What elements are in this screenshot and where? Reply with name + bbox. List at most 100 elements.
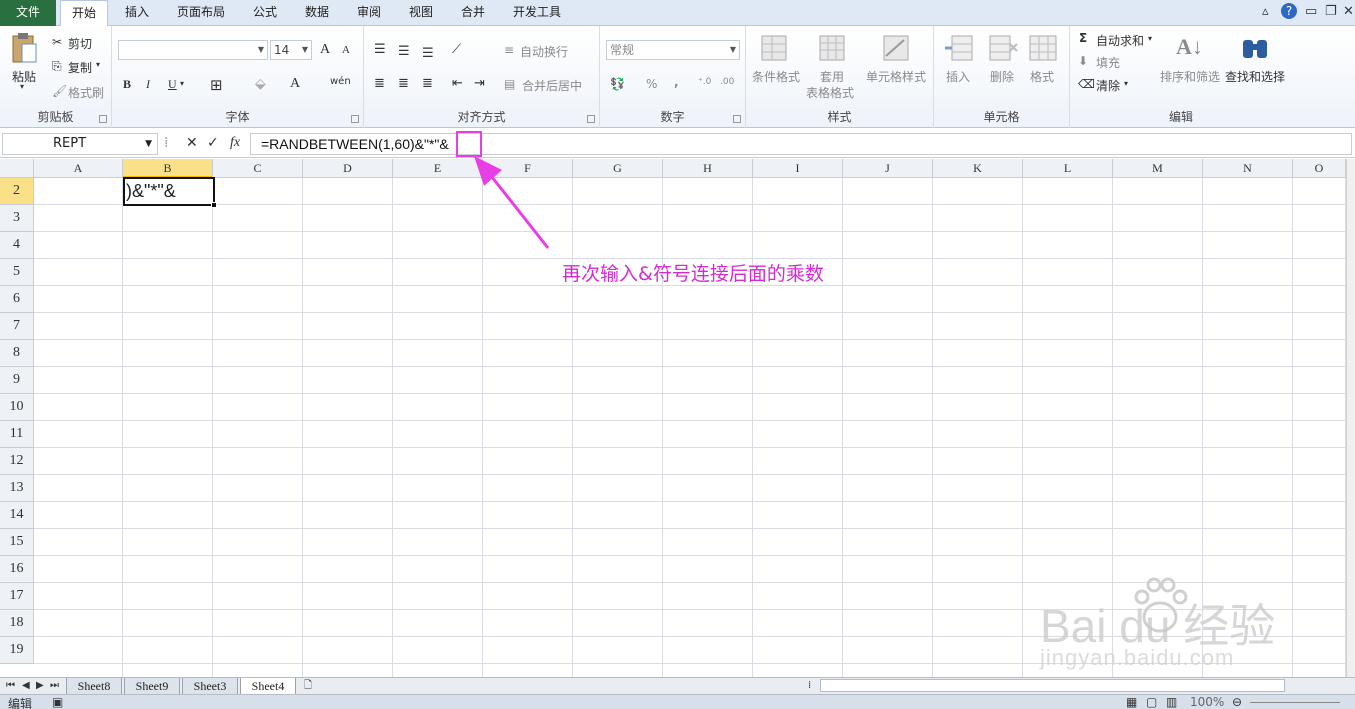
- italic-button[interactable]: I: [146, 77, 150, 92]
- delete-cells-icon[interactable]: [988, 34, 1018, 62]
- row-header-2[interactable]: 2: [0, 178, 34, 205]
- format-as-table-icon[interactable]: [818, 34, 846, 62]
- cancel-icon[interactable]: ✕: [186, 135, 198, 151]
- underline-button[interactable]: U: [168, 77, 177, 92]
- tab-review[interactable]: 审阅: [346, 0, 392, 26]
- orientation-icon[interactable]: ⟋: [452, 42, 461, 57]
- copy-button[interactable]: 复制: [68, 59, 92, 76]
- chevron-down-icon[interactable]: ▾: [1148, 34, 1152, 43]
- row-header-18[interactable]: 18: [0, 610, 34, 637]
- first-sheet-icon[interactable]: ⏮: [6, 678, 15, 694]
- autosum-button[interactable]: 自动求和: [1096, 32, 1144, 49]
- column-header-m[interactable]: M: [1113, 159, 1203, 178]
- chevron-down-icon[interactable]: ▾: [180, 79, 184, 88]
- sheet-tab-active[interactable]: Sheet4: [240, 678, 296, 695]
- percent-button[interactable]: %: [646, 77, 657, 91]
- split-handle-icon[interactable]: ⁞: [808, 678, 811, 694]
- next-sheet-icon[interactable]: ▶: [36, 678, 44, 694]
- page-break-view-icon[interactable]: ▥: [1166, 695, 1177, 709]
- wrap-text-button[interactable]: 自动换行: [520, 43, 568, 60]
- borders-icon[interactable]: ⊞: [210, 76, 223, 94]
- dialog-launcher-icon[interactable]: [587, 115, 595, 123]
- row-header-13[interactable]: 13: [0, 475, 34, 502]
- zoom-level[interactable]: 100%: [1190, 695, 1224, 709]
- decrease-decimal-icon[interactable]: .00: [720, 77, 734, 87]
- enter-icon[interactable]: ✓: [207, 135, 219, 151]
- font-color-button[interactable]: A: [290, 76, 300, 92]
- increase-indent-icon[interactable]: ⇥: [474, 76, 485, 91]
- format-as-table-line1[interactable]: 套用: [820, 68, 844, 85]
- paste-icon[interactable]: [10, 32, 38, 66]
- format-cells-button[interactable]: 格式: [1030, 68, 1054, 85]
- format-painter-icon[interactable]: 🖌: [52, 84, 67, 98]
- row-header-16[interactable]: 16: [0, 556, 34, 583]
- clear-button[interactable]: 清除: [1096, 77, 1120, 94]
- align-right-icon[interactable]: ≣: [422, 76, 433, 91]
- prev-sheet-icon[interactable]: ◀: [22, 678, 30, 694]
- column-header-d[interactable]: D: [303, 159, 393, 178]
- cut-icon[interactable]: ✂: [52, 35, 62, 49]
- shrink-font-button[interactable]: A: [342, 44, 350, 56]
- insert-cells-button[interactable]: 插入: [946, 68, 970, 85]
- conditional-format-button[interactable]: 条件格式: [752, 68, 800, 85]
- column-header-b[interactable]: B: [123, 159, 213, 178]
- row-header-5[interactable]: 5: [0, 259, 34, 286]
- tab-page-layout[interactable]: 页面布局: [168, 0, 234, 26]
- tab-formulas[interactable]: 公式: [242, 0, 288, 26]
- decrease-indent-icon[interactable]: ⇤: [452, 76, 463, 91]
- sheet-tab[interactable]: Sheet9: [124, 678, 180, 695]
- column-header-h[interactable]: H: [663, 159, 753, 178]
- tab-view[interactable]: 视图: [398, 0, 444, 26]
- format-painter-button[interactable]: 格式刷: [68, 84, 104, 101]
- tab-home[interactable]: 开始: [60, 0, 108, 27]
- number-format-select[interactable]: 常规 ▼: [606, 40, 740, 60]
- column-header-j[interactable]: J: [843, 159, 933, 178]
- tab-data[interactable]: 数据: [294, 0, 340, 26]
- minimize-icon[interactable]: ▭: [1305, 4, 1317, 19]
- eraser-icon[interactable]: ⌫: [1078, 77, 1095, 91]
- tab-developer[interactable]: 开发工具: [504, 0, 570, 26]
- sheet-tab[interactable]: Sheet8: [66, 678, 122, 695]
- font-name-select[interactable]: ▼: [118, 40, 268, 60]
- normal-view-icon[interactable]: ▦: [1126, 695, 1137, 709]
- row-header-12[interactable]: 12: [0, 448, 34, 475]
- zoom-out-icon[interactable]: ⊖: [1232, 695, 1242, 709]
- row-header-6[interactable]: 6: [0, 286, 34, 313]
- name-box[interactable]: REPT ▼: [2, 133, 158, 155]
- fill-button[interactable]: 填充: [1096, 54, 1120, 71]
- page-layout-view-icon[interactable]: ▢: [1146, 695, 1157, 709]
- zoom-slider[interactable]: [1250, 702, 1340, 703]
- chevron-down-icon[interactable]: ▾: [96, 60, 100, 69]
- wrap-text-icon[interactable]: ≡: [504, 43, 514, 57]
- last-sheet-icon[interactable]: ⏭: [50, 678, 59, 694]
- delete-cells-button[interactable]: 删除: [990, 68, 1014, 85]
- row-header-3[interactable]: 3: [0, 205, 34, 232]
- chevron-down-icon[interactable]: ▾: [1124, 79, 1128, 88]
- dialog-launcher-icon[interactable]: [351, 115, 359, 123]
- copy-icon[interactable]: ⎘: [52, 59, 62, 74]
- find-select-button[interactable]: 查找和选择: [1225, 68, 1285, 85]
- cell-styles-button[interactable]: 单元格样式: [866, 68, 926, 85]
- select-all-corner[interactable]: [0, 159, 34, 178]
- column-header-l[interactable]: L: [1023, 159, 1113, 178]
- sigma-icon[interactable]: Σ: [1079, 31, 1087, 45]
- insert-sheet-icon[interactable]: 🗋: [304, 678, 312, 694]
- column-header-k[interactable]: K: [933, 159, 1023, 178]
- column-header-g[interactable]: G: [573, 159, 663, 178]
- row-header-10[interactable]: 10: [0, 394, 34, 421]
- format-as-table-line2[interactable]: 表格格式: [806, 84, 854, 101]
- font-size-select[interactable]: 14 ▼: [270, 40, 312, 60]
- vertical-scrollbar[interactable]: [1346, 159, 1355, 677]
- macro-record-icon[interactable]: ▣: [52, 695, 63, 709]
- grow-font-button[interactable]: A: [320, 42, 330, 58]
- row-header-14[interactable]: 14: [0, 502, 34, 529]
- column-header-a[interactable]: A: [34, 159, 123, 178]
- row-header-7[interactable]: 7: [0, 313, 34, 340]
- align-middle-icon[interactable]: ☰: [398, 44, 410, 59]
- fill-color-icon[interactable]: ⬙: [255, 76, 266, 92]
- merge-center-button[interactable]: 合并后居中: [522, 77, 582, 94]
- tab-file[interactable]: 文件: [0, 0, 56, 26]
- increase-decimal-icon[interactable]: ⁺.0: [698, 77, 711, 87]
- align-center-icon[interactable]: ≣: [398, 76, 409, 91]
- active-cell-b2[interactable]: )&"*"&: [123, 177, 215, 206]
